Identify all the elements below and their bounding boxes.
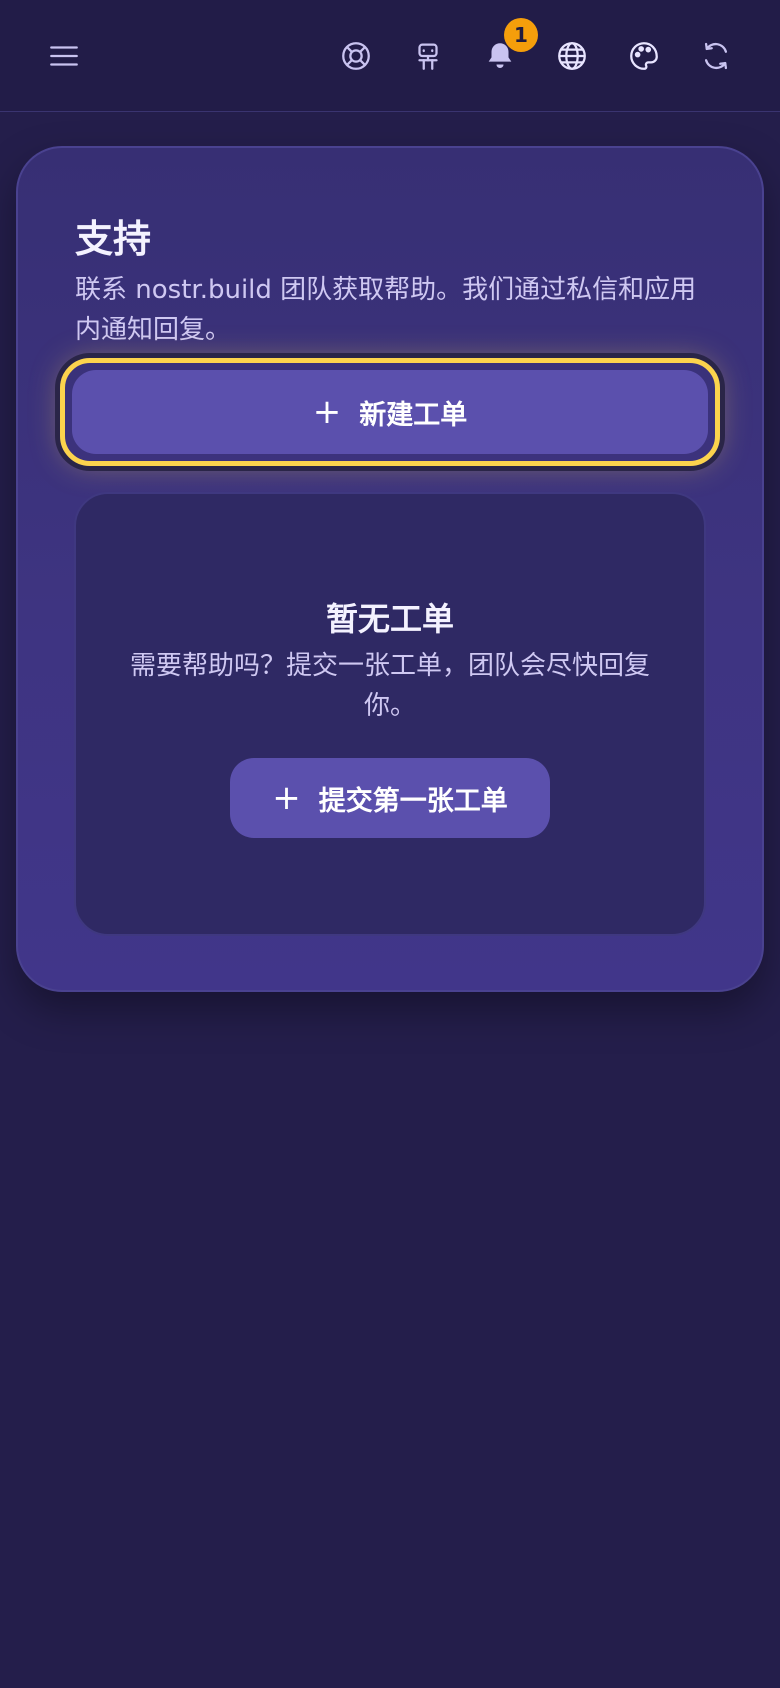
menu-button[interactable] <box>40 32 88 80</box>
support-description: 联系 nostr.build 团队获取帮助。我们通过私信和应用内通知回复。 <box>75 275 697 345</box>
globe-icon <box>558 42 586 70</box>
new-ticket-label: 新建工单 <box>359 399 468 431</box>
new-ticket-focus-ring: + 新建工单 <box>60 358 720 466</box>
new-ticket-button[interactable]: + 新建工单 <box>72 370 708 454</box>
submit-first-ticket-label: 提交第一张工单 <box>318 785 508 817</box>
support-button[interactable] <box>332 32 380 80</box>
palette-icon <box>630 42 658 70</box>
empty-state-title: 暂无工单 <box>325 600 454 638</box>
plus-icon: + <box>312 392 342 432</box>
refresh-button[interactable] <box>692 32 740 80</box>
bot-button[interactable] <box>404 32 452 80</box>
page-title: 支持 <box>75 217 152 261</box>
robot-icon <box>418 43 438 70</box>
refresh-icon <box>704 42 728 70</box>
top-navigation-bar: 1 <box>0 0 780 112</box>
theme-button[interactable] <box>620 32 668 80</box>
notifications-button[interactable]: 1 <box>476 18 538 80</box>
language-button[interactable] <box>548 32 596 80</box>
menu-icon <box>50 46 78 66</box>
empty-state-description: 需要帮助吗？提交一张工单，团队会尽快回复你。 <box>129 651 650 721</box>
notification-badge: 1 <box>504 18 538 52</box>
submit-first-ticket-button[interactable]: + 提交第一张工单 <box>230 758 550 838</box>
lifebuoy-icon <box>342 42 370 70</box>
plus-icon: + <box>272 778 301 818</box>
